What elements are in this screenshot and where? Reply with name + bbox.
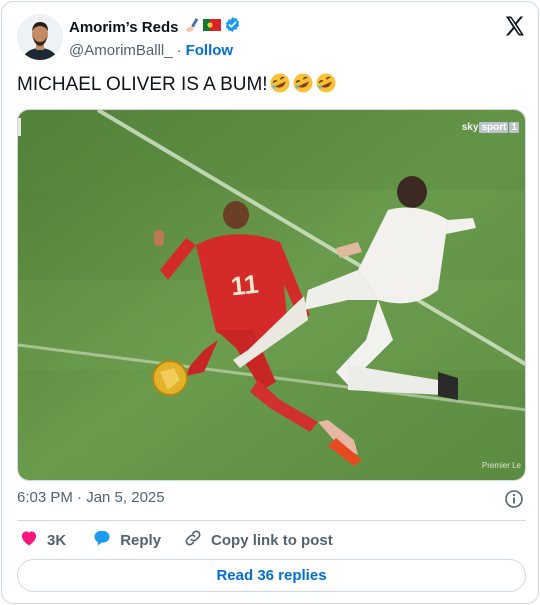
- reply-bubble-icon: [92, 528, 112, 552]
- link-chain-icon: [183, 528, 203, 552]
- tweet-actions: 3K Reply Copy link to post: [17, 529, 333, 551]
- like-count: 3K: [47, 531, 67, 549]
- verified-badge-icon: [224, 16, 241, 38]
- tweet-timestamp[interactable]: 6:03 PM · Jan 5, 2025: [17, 489, 165, 506]
- author-names: Amorim’s Reds @AmorimBalll_ · Follow: [69, 16, 241, 60]
- reply-label: Reply: [120, 531, 162, 549]
- premier-league-watermark: Premier Le: [481, 461, 521, 470]
- rolling-on-floor-laughing-emoji: [269, 72, 291, 102]
- copy-link-label: Copy link to post: [211, 531, 333, 549]
- heart-icon: [19, 528, 39, 552]
- info-icon[interactable]: [504, 489, 524, 509]
- tweet-text-body: MICHAEL OLIVER IS A BUM!: [17, 74, 268, 95]
- author-badges: [184, 16, 241, 38]
- broadcaster-logo: sky sport 1: [462, 122, 519, 133]
- avatar[interactable]: [17, 14, 63, 60]
- tweet-header: Amorim’s Reds @AmorimBalll_ · Follow: [17, 14, 527, 62]
- follow-button[interactable]: Follow: [186, 42, 234, 59]
- like-button[interactable]: 3K: [19, 528, 66, 552]
- reply-button[interactable]: Reply: [92, 528, 161, 552]
- author-handle[interactable]: @AmorimBalll_: [69, 42, 173, 59]
- rolling-on-floor-laughing-emoji: [315, 72, 337, 102]
- tweet-media-image[interactable]: 11 sky sport 1 Premier Le: [17, 109, 526, 481]
- broadcaster-channel-number: 1: [509, 122, 519, 133]
- copy-link-button[interactable]: Copy link to post: [183, 528, 333, 552]
- read-replies-button[interactable]: Read 36 replies: [17, 559, 526, 592]
- broadcaster-sub-logo: sport: [479, 122, 509, 133]
- football: [152, 360, 188, 396]
- portugal-flag-emoji: [203, 18, 222, 37]
- tweet-embed-card: Amorim’s Reds @AmorimBalll_ · Follow MIC…: [1, 1, 539, 604]
- x-logo-icon[interactable]: [503, 14, 527, 38]
- handle-separator: ·: [176, 41, 182, 59]
- rolling-on-floor-laughing-emoji: [292, 72, 314, 102]
- player-shirt-number: 11: [229, 269, 259, 302]
- divider: [17, 520, 526, 521]
- tweet-text: MICHAEL OLIVER IS A BUM!: [17, 72, 527, 102]
- writing-hand-emoji: [184, 17, 200, 38]
- author-display-name[interactable]: Amorim’s Reds: [69, 19, 178, 36]
- broadcaster-logo-text: sky: [461, 122, 479, 133]
